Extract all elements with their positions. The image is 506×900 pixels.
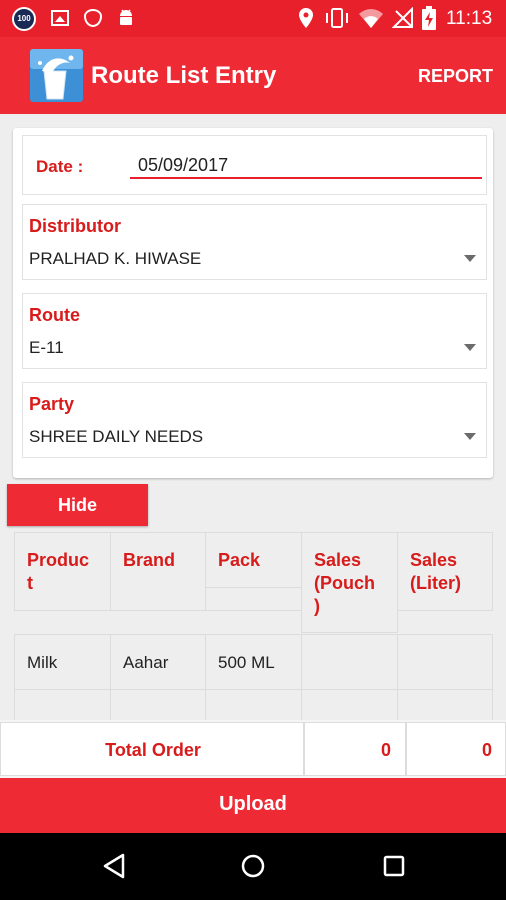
back-icon[interactable] bbox=[102, 853, 126, 879]
table-cell: Milk bbox=[14, 634, 111, 690]
date-label: Date : bbox=[36, 157, 84, 176]
route-dropdown[interactable]: Route E-11 bbox=[22, 293, 487, 369]
header-brand: Brand bbox=[123, 550, 176, 570]
header-product: Produc t bbox=[27, 550, 90, 593]
total-liter-cell: 0 bbox=[406, 722, 506, 776]
cell-pack: 500 ML bbox=[218, 653, 275, 672]
table-header-cell: Sales (Liter) bbox=[397, 532, 493, 611]
table-cell bbox=[14, 689, 111, 720]
battery-charging-icon bbox=[422, 6, 436, 30]
image-icon bbox=[51, 10, 69, 26]
no-signal-icon bbox=[392, 7, 413, 28]
upload-button[interactable]: Upload bbox=[0, 778, 506, 833]
recents-icon[interactable] bbox=[383, 855, 405, 877]
status-bar: 100 11:13 bbox=[0, 0, 506, 37]
table-header-cell: Sales (Pouch ) bbox=[301, 532, 398, 633]
wifi-icon bbox=[359, 9, 383, 28]
app-bar: Route List Entry REPORT bbox=[0, 37, 506, 114]
notification-badge: 100 bbox=[17, 14, 31, 23]
chevron-down-icon bbox=[464, 344, 476, 351]
party-label: Party bbox=[29, 394, 75, 414]
navigation-bar bbox=[0, 833, 506, 900]
total-order-label: Total Order bbox=[105, 740, 201, 760]
total-pouch-value: 0 bbox=[380, 740, 391, 760]
header-sales-liter: Sales (Liter) bbox=[410, 550, 461, 593]
route-label: Route bbox=[29, 305, 80, 325]
table-cell: 500 ML bbox=[205, 634, 302, 690]
status-time: 11:13 bbox=[446, 8, 493, 29]
route-value: E-11 bbox=[29, 338, 64, 357]
distributor-dropdown[interactable]: Distributor PRALHAD K. HIWASE bbox=[22, 204, 487, 280]
header-sales-pouch: Sales (Pouch ) bbox=[314, 550, 375, 616]
total-liter-value: 0 bbox=[481, 740, 492, 760]
speedometer-icon: 100 bbox=[12, 7, 36, 31]
home-icon[interactable] bbox=[241, 854, 265, 878]
table-cell bbox=[397, 689, 493, 720]
hide-button-label: Hide bbox=[57, 495, 97, 515]
table-cell bbox=[301, 634, 398, 690]
total-order-row: Total Order 0 0 bbox=[0, 720, 506, 778]
party-value: SHREE DAILY NEEDS bbox=[29, 427, 204, 446]
vibrate-icon bbox=[326, 8, 348, 28]
table-header-cell: Produc t bbox=[14, 532, 111, 611]
chevron-down-icon bbox=[464, 433, 476, 440]
upload-label: Upload bbox=[219, 793, 287, 815]
total-pouch-cell: 0 bbox=[304, 722, 406, 776]
header-pack: Pack bbox=[218, 550, 261, 570]
table-header-cell bbox=[110, 588, 302, 611]
page-title: Route List Entry bbox=[91, 62, 277, 89]
table-cell bbox=[301, 689, 398, 720]
date-input[interactable]: 05/09/2017 bbox=[130, 155, 482, 179]
distributor-value: PRALHAD K. HIWASE bbox=[29, 249, 202, 268]
table-cell: Aahar bbox=[110, 634, 206, 690]
android-icon bbox=[120, 9, 132, 25]
table-cell bbox=[205, 689, 302, 720]
table-cell bbox=[397, 634, 493, 690]
location-pin-icon bbox=[299, 8, 313, 28]
order-table: Produc t Brand Pack Sales (Pouch ) Sales… bbox=[0, 532, 506, 720]
shield-icon bbox=[84, 9, 102, 27]
date-field: Date : 05/09/2017 bbox=[22, 135, 487, 195]
total-label-cell: Total Order bbox=[0, 722, 304, 776]
hide-button[interactable]: Hide bbox=[7, 484, 148, 526]
table-cell bbox=[110, 689, 206, 720]
content-area: Date : 05/09/2017 Distributor PRALHAD K.… bbox=[0, 114, 506, 720]
milk-splash-logo bbox=[30, 49, 83, 102]
chevron-down-icon bbox=[464, 255, 476, 262]
cell-product: Milk bbox=[27, 653, 58, 672]
distributor-label: Distributor bbox=[29, 216, 121, 236]
form-card: Date : 05/09/2017 Distributor PRALHAD K.… bbox=[13, 128, 493, 478]
table-header-cell: Pack bbox=[205, 532, 302, 588]
report-button[interactable]: REPORT bbox=[418, 66, 493, 87]
party-dropdown[interactable]: Party SHREE DAILY NEEDS bbox=[22, 382, 487, 458]
cell-brand: Aahar bbox=[123, 653, 169, 672]
